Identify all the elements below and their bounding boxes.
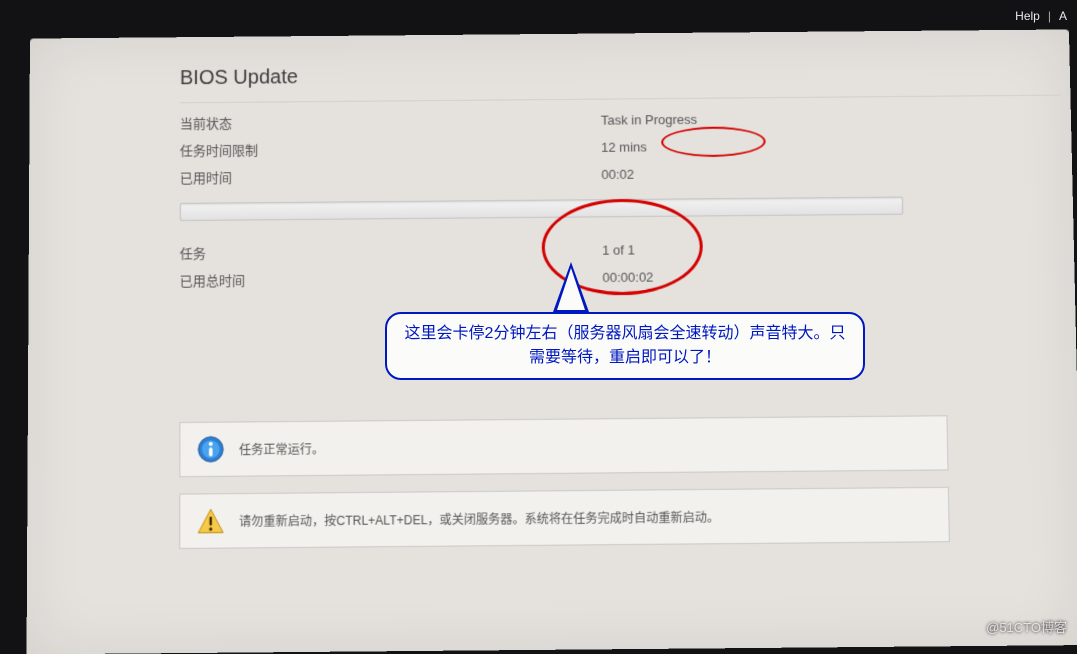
info-message-box: 任务正常运行。	[179, 415, 948, 477]
progress-bar	[180, 197, 904, 221]
current-state-label: 当前状态	[180, 110, 511, 132]
menubar-separator: |	[1048, 9, 1051, 23]
warning-message-text: 请勿重新启动，按CTRL+ALT+DEL，或关闭服务器。系统将在任务完成时自动重…	[239, 508, 719, 530]
elapsed-label: 已用时间	[180, 165, 511, 187]
total-elapsed-value: 00:00:02	[602, 269, 653, 285]
warning-icon	[197, 507, 225, 536]
progress-bar-container	[180, 195, 1063, 221]
info-icon	[197, 435, 225, 464]
warning-message-box: 请勿重新启动，按CTRL+ALT+DEL，或关闭服务器。系统将在任务完成时自动重…	[179, 487, 950, 549]
help-link[interactable]: Help	[1015, 9, 1040, 23]
watermark: @51CTO博客	[986, 617, 1067, 636]
elapsed-value: 00:02	[601, 167, 634, 182]
status-section: 当前状态 Task in Progress 任务时间限制 12 mins 已用时…	[180, 102, 1063, 191]
task-label: 任务	[180, 240, 512, 262]
task-section: 任务 1 of 1 已用总时间 00:00:02	[180, 231, 1065, 293]
annotation-callout: 这里会卡停2分钟左右（服务器风扇会全速转动）声音特大。只需要等待，重启即可以了！	[385, 312, 865, 380]
info-message-text: 任务正常运行。	[239, 440, 324, 458]
about-link-partial[interactable]: A	[1059, 9, 1067, 23]
time-limit-label: 任务时间限制	[180, 138, 511, 160]
top-menubar: Help | A	[1015, 3, 1077, 29]
task-value: 1 of 1	[602, 242, 635, 257]
page-title: BIOS Update	[180, 60, 1060, 91]
current-state-value: Task in Progress	[601, 112, 697, 128]
total-elapsed-label: 已用总时间	[180, 268, 512, 290]
annotation-callout-text: 这里会卡停2分钟左右（服务器风扇会全速转动）声音特大。只需要等待，重启即可以了！	[405, 325, 846, 366]
time-limit-value: 12 mins	[601, 139, 647, 154]
